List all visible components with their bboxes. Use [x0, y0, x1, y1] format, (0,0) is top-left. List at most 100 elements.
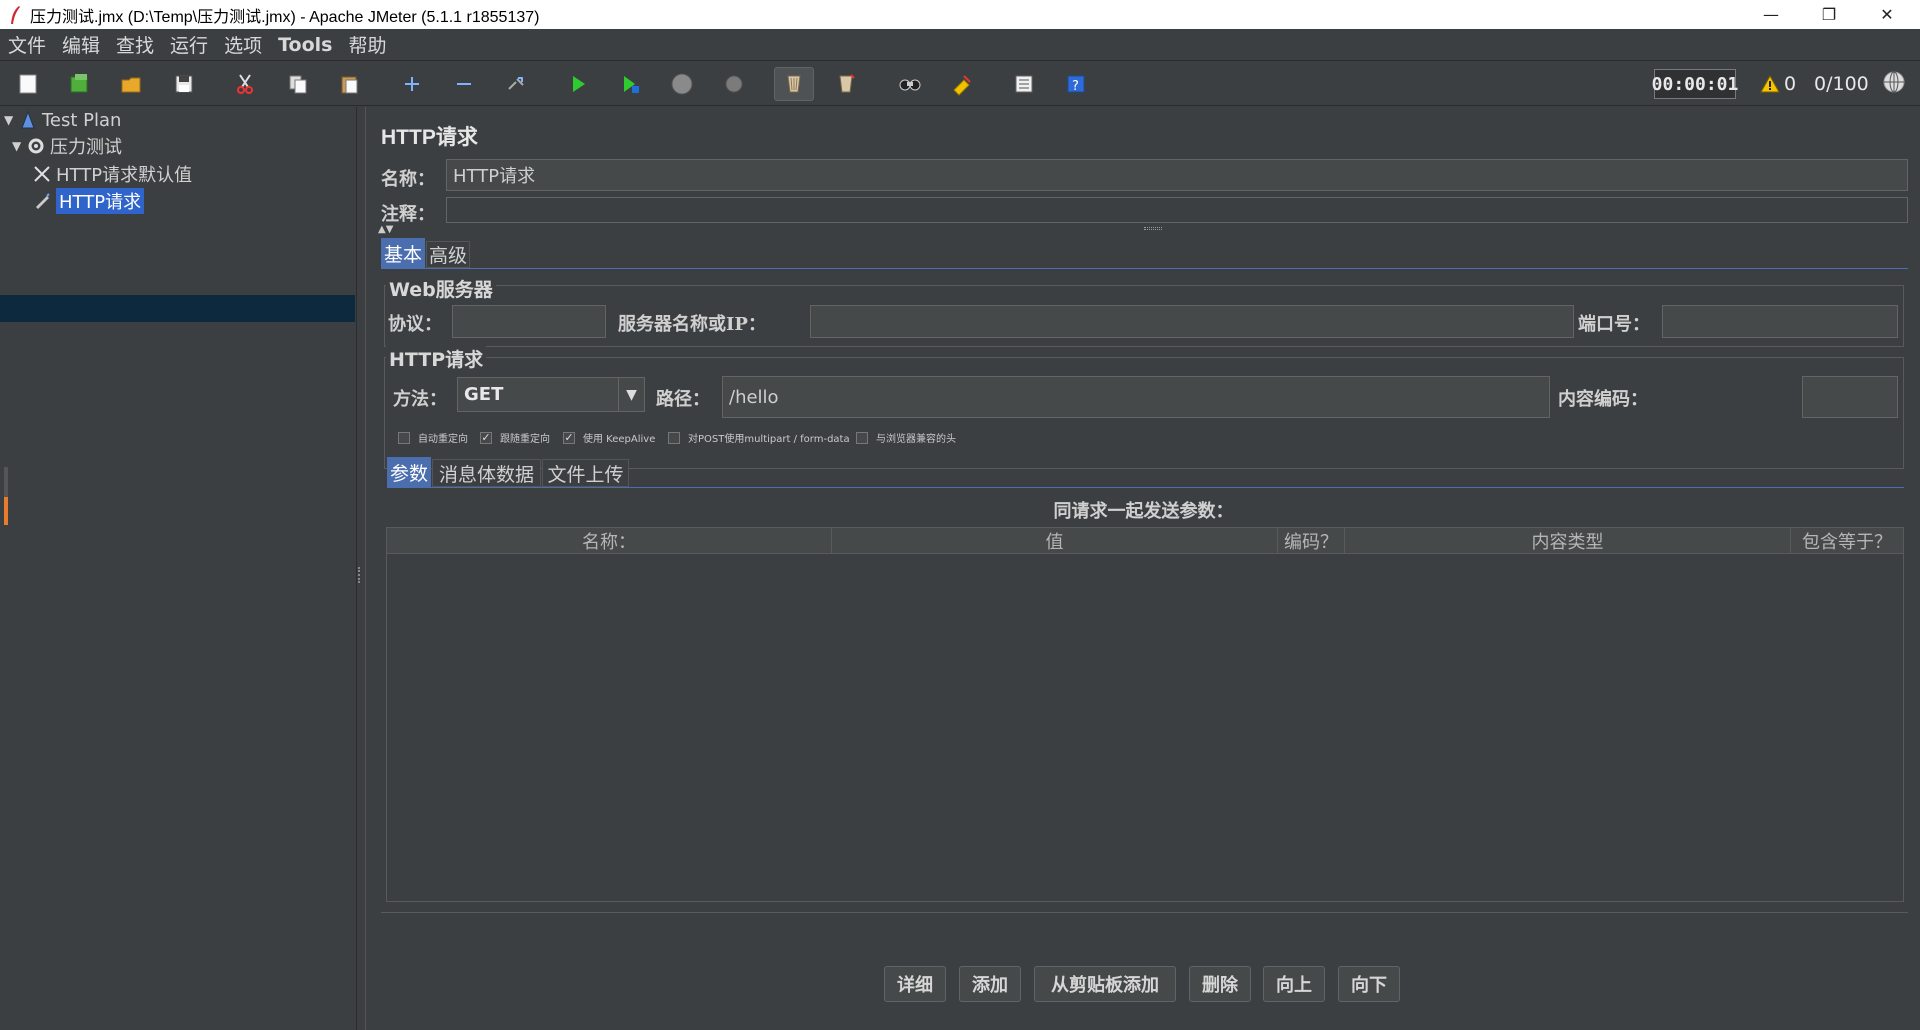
menu-edit[interactable]: 编辑 [62, 31, 100, 58]
move-down-button[interactable]: 向下 [1338, 966, 1400, 1002]
checkbox-auto-redirect[interactable]: 自动重定向 [398, 430, 468, 445]
parameters-table[interactable]: 名称： 值 编码？ 内容类型 包含等于？ [386, 527, 1904, 902]
templates-icon[interactable] [60, 67, 100, 101]
start-icon[interactable] [558, 67, 598, 101]
minimize-button[interactable]: — [1742, 0, 1800, 29]
test-plan-tree: ▼ Test Plan ▼ 压力测试 HTTP请求默认值 HTTP请求 [0, 107, 357, 1030]
warnings-indicator[interactable]: 0 [1760, 70, 1796, 98]
checkbox-box[interactable]: ✓ [480, 431, 492, 444]
checkbox-label: 使用 KeepAlive [583, 434, 656, 445]
divider [381, 912, 1908, 913]
column-header-value[interactable]: 值 [832, 528, 1278, 554]
column-header-include-equals[interactable]: 包含等于？ [1791, 528, 1903, 554]
new-icon[interactable] [8, 67, 48, 101]
move-up-button[interactable]: 向上 [1263, 966, 1325, 1002]
path-value: /hello [729, 386, 779, 408]
divider-grip-icon [358, 567, 363, 583]
chevron-down-icon[interactable]: ▼ [618, 378, 644, 411]
params-caption: 同请求一起发送参数： [1053, 501, 1234, 522]
reset-search-icon[interactable] [942, 67, 982, 101]
paste-icon[interactable] [330, 67, 370, 101]
open-icon[interactable] [112, 67, 152, 101]
tab-parameters[interactable]: 参数 [387, 457, 431, 487]
menu-help[interactable]: 帮助 [348, 31, 386, 58]
checkbox-box[interactable] [668, 431, 680, 444]
tab-body-data[interactable]: 消息体数据 [432, 459, 541, 487]
name-field[interactable]: HTTP请求 [446, 159, 1908, 191]
checkbox-box[interactable] [856, 431, 868, 444]
menu-tools[interactable]: Tools [278, 34, 332, 56]
web-server-title: Web服务器 [386, 275, 496, 302]
menu-run[interactable]: 运行 [170, 31, 208, 58]
name-label: 名称： [381, 169, 435, 190]
collapse-arrows-icon[interactable]: ▲▼ [378, 224, 393, 235]
menu-search[interactable]: 查找 [116, 31, 154, 58]
clear-icon[interactable] [774, 67, 814, 101]
protocol-label: 协议： [388, 314, 442, 335]
checkbox-keepalive[interactable]: ✓ 使用 KeepAlive [563, 430, 655, 445]
column-header-content-type[interactable]: 内容类型 [1345, 528, 1791, 554]
tree-item-thread-group[interactable]: ▼ 压力测试 [12, 133, 122, 159]
port-field[interactable] [1662, 305, 1898, 338]
tab-advanced[interactable]: 高级 [426, 241, 470, 268]
expand-arrow-icon[interactable]: ▼ [12, 139, 26, 153]
checkbox-box[interactable] [398, 431, 410, 444]
split-pane-divider[interactable] [357, 107, 365, 1030]
comment-field[interactable] [446, 197, 1908, 223]
path-field[interactable]: /hello [722, 376, 1550, 418]
table-header: 名称： 值 编码？ 内容类型 包含等于？ [387, 528, 1903, 554]
menu-file[interactable]: 文件 [8, 31, 46, 58]
method-select[interactable]: GET ▼ [457, 377, 645, 412]
http-request-title: HTTP请求 [386, 345, 487, 372]
tab-file-upload[interactable]: 文件上传 [542, 459, 629, 487]
copy-icon[interactable] [278, 67, 318, 101]
globe-icon[interactable] [1882, 70, 1908, 96]
checkbox-label: 对POST使用multipart / form-data [688, 434, 850, 445]
page-title: HTTP请求 [381, 126, 478, 149]
maximize-button[interactable]: ❐ [1800, 0, 1858, 29]
add-from-clipboard-button[interactable]: 从剪贴板添加 [1034, 966, 1176, 1002]
add-button[interactable]: 添加 [959, 966, 1021, 1002]
tab-basic[interactable]: 基本 [381, 238, 425, 268]
tab-underline [381, 268, 1908, 269]
help-icon[interactable]: ? [1056, 67, 1096, 101]
cut-icon[interactable] [225, 67, 265, 101]
port-label: 端口号： [1578, 314, 1650, 335]
protocol-field[interactable] [452, 305, 606, 338]
menu-bar: 文件 编辑 查找 运行 选项 Tools 帮助 [0, 29, 1920, 61]
encoding-field[interactable] [1802, 376, 1898, 418]
close-button[interactable]: ✕ [1858, 0, 1916, 29]
tree-selection-row [0, 295, 355, 322]
detail-button[interactable]: 详细 [884, 966, 946, 1002]
function-helper-icon[interactable] [1004, 67, 1044, 101]
clear-all-icon[interactable] [826, 67, 866, 101]
checkbox-box[interactable]: ✓ [563, 431, 575, 444]
accent-marker [4, 497, 8, 525]
tree-item-http-defaults[interactable]: HTTP请求默认值 [32, 161, 192, 187]
search-icon[interactable] [890, 67, 930, 101]
start-no-pause-icon[interactable] [610, 67, 650, 101]
menu-options[interactable]: 选项 [224, 31, 262, 58]
checkbox-follow-redirect[interactable]: ✓ 跟随重定向 [480, 430, 550, 445]
column-header-name[interactable]: 名称： [387, 528, 832, 554]
delete-button[interactable]: 删除 [1189, 966, 1251, 1002]
checkbox-browser-headers[interactable]: 与浏览器兼容的头 [856, 430, 956, 445]
expand-arrow-icon[interactable]: ▼ [4, 113, 18, 127]
method-label: 方法： [393, 389, 447, 410]
elapsed-timer: 00:00:01 [1652, 69, 1738, 99]
expand-icon[interactable] [392, 67, 432, 101]
shutdown-icon[interactable] [714, 67, 754, 101]
tree-item-label: Test Plan [42, 109, 122, 131]
collapse-icon[interactable] [444, 67, 484, 101]
checkbox-multipart[interactable]: 对POST使用multipart / form-data [668, 430, 850, 445]
path-label: 路径： [656, 389, 710, 410]
stop-icon[interactable] [662, 67, 702, 101]
window-title: 压力测试.jmx (D:\Temp\压力测试.jmx) - Apache JMe… [30, 8, 540, 26]
column-header-encode[interactable]: 编码？ [1278, 528, 1345, 554]
server-field[interactable] [810, 305, 1574, 338]
tree-item-test-plan[interactable]: ▼ Test Plan [4, 107, 121, 133]
save-icon[interactable] [164, 67, 204, 101]
resize-grip-icon[interactable] [1144, 227, 1162, 230]
tree-item-http-request[interactable]: HTTP请求 [32, 188, 145, 214]
toggle-icon[interactable] [496, 67, 536, 101]
